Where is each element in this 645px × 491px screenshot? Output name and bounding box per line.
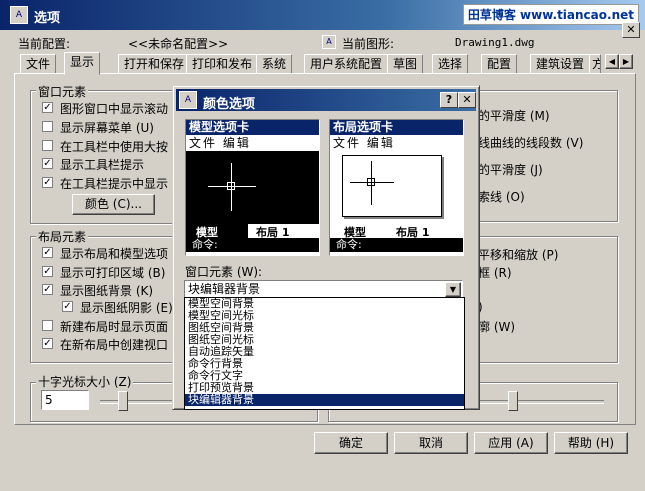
tab-display[interactable]: 显示 <box>64 52 101 75</box>
dialog-app-icon: A <box>179 91 197 109</box>
tab-overflow[interactable]: 方 <box>589 54 601 74</box>
checkbox-layout-tabs[interactable]: ✓ <box>42 247 53 258</box>
current-profile-value: <<未命名配置>> <box>128 37 229 51</box>
arc-smoothness-label: 的平滑度 (M) <box>478 109 550 123</box>
checkbox-paper-background[interactable]: ✓ <box>42 284 53 295</box>
paper-space-canvas <box>330 151 463 224</box>
rendered-smoothness-label: 的平滑度 (J) <box>478 163 543 177</box>
label-paper-background: 显示图纸背景 (K) <box>60 284 154 298</box>
crosshair-size-label: 十字光标大小 (Z) <box>36 373 134 390</box>
tab-scroll-left-button[interactable]: ◀ <box>605 54 619 69</box>
checkbox-tooltips[interactable]: ✓ <box>42 158 53 169</box>
crosshair-slider-thumb[interactable] <box>118 391 128 411</box>
checkbox-scrollbars[interactable]: ✓ <box>42 102 53 113</box>
model-preview-menu: 文件 编辑 <box>186 135 319 151</box>
checkbox-page-setup-manager[interactable] <box>42 320 53 331</box>
tab-system[interactable]: 系统 <box>256 54 293 74</box>
checkbox-printable-area[interactable]: ✓ <box>42 266 53 277</box>
label-large-buttons: 在工具栏中使用大按 <box>60 140 169 154</box>
label-layout-tabs: 显示布局和模型选项 <box>60 247 169 261</box>
apply-button[interactable]: 应用 (A) <box>474 432 548 454</box>
window-elements-title: 窗口元素 <box>36 83 89 100</box>
tab-selection[interactable]: 选择 <box>432 54 469 74</box>
label-screen-menu: 显示屏幕菜单 (U) <box>60 121 154 135</box>
layout-preview-menu: 文件 编辑 <box>330 135 463 151</box>
colors-button[interactable]: 颜色 (C)... <box>72 194 155 215</box>
label-shortcut-tooltips: 在工具栏提示中显示 <box>60 177 169 191</box>
layout-preview-tabs: 模型 布局 1 <box>330 224 463 239</box>
layout-tab-preview[interactable]: 布局选项卡 文件 编辑 模型 布局 1 命令: <box>329 119 464 256</box>
frame-label: 框 (R) <box>478 266 512 280</box>
paper-sheet <box>342 155 442 217</box>
model-space-canvas <box>186 151 319 224</box>
tab-open-save[interactable]: 打开和保存 <box>118 54 191 74</box>
layout-preview-command: 命令: <box>330 238 463 252</box>
layout-crosshair-pickbox <box>367 178 375 186</box>
label-paper-shadow: 显示图纸阴影 (E) <box>80 301 173 315</box>
label-printable-area: 显示可打印区域 (B) <box>60 266 166 280</box>
fade-slider-thumb[interactable] <box>508 391 518 411</box>
dialog-help-button[interactable]: ? <box>440 92 458 108</box>
model-preview-command: 命令: <box>186 238 319 252</box>
list-item-selected[interactable]: 块编辑器背景 <box>185 394 464 406</box>
label-scrollbars: 图形窗口中显示滚动 <box>60 102 169 116</box>
layout-preview-header: 布局选项卡 <box>330 120 463 135</box>
tab-architecture[interactable]: 建筑设置 <box>530 54 591 74</box>
layout-preview-tab2: 布局 1 <box>396 226 430 239</box>
model-tab-preview[interactable]: 模型选项卡 文件 编辑 模型 布局 1 命令: <box>185 119 320 256</box>
tab-plot-publish[interactable]: 打印和发布 <box>186 54 259 74</box>
label-page-setup-manager: 新建布局时显示页面 <box>60 320 169 334</box>
label-tooltips: 显示工具栏提示 <box>60 158 145 172</box>
crosshair-pickbox <box>227 182 235 190</box>
dialog-title: 颜色选项 <box>203 97 256 112</box>
layout-preview-tab1: 模型 <box>344 226 366 239</box>
current-drawing-label: 当前图形: <box>342 37 395 51</box>
drawing-icon: A <box>322 35 336 49</box>
crosshair-size-input[interactable]: 5 <box>41 390 89 410</box>
window-element-dropdown-list[interactable]: 模型空间背景 模型空间光标 图纸空间背景 图纸空间光标 自动追踪矢量 命令行背景… <box>184 297 465 410</box>
checkbox-paper-shadow[interactable]: ✓ <box>62 301 73 312</box>
contour-lines-label: 索线 (O) <box>478 190 525 204</box>
watermark-text: 田草博客 www.tiancao.net <box>462 4 639 25</box>
current-drawing-value: Drawing1.dwg <box>455 36 535 49</box>
close-button[interactable]: ✕ <box>622 22 640 38</box>
pan-zoom-label: 平移和缩放 (P) <box>478 248 559 262</box>
help-button[interactable]: 帮助 (H) <box>554 432 628 454</box>
tab-drafting[interactable]: 草图 <box>387 54 424 74</box>
ok-button[interactable]: 确定 <box>314 432 388 454</box>
checkbox-create-viewport[interactable]: ✓ <box>42 338 53 349</box>
checkbox-shortcut-tooltips[interactable]: ✓ <box>42 177 53 188</box>
outline-label: 廓 (W) <box>478 320 516 334</box>
model-preview-header: 模型选项卡 <box>186 120 319 135</box>
layout-elements-title: 布局元素 <box>36 228 89 245</box>
tab-files[interactable]: 文件 <box>20 54 57 74</box>
tab-profiles[interactable]: 配置 <box>481 54 518 74</box>
chevron-down-icon[interactable]: ▼ <box>445 282 461 297</box>
model-preview-tab2: 布局 1 <box>256 226 290 239</box>
app-icon: A <box>10 6 28 24</box>
checkbox-large-buttons[interactable] <box>42 140 53 151</box>
cancel-button[interactable]: 取消 <box>394 432 468 454</box>
model-preview-tab1: 模型 <box>186 224 248 239</box>
window-title: 选项 <box>34 11 61 26</box>
label-create-viewport: 在新布局中创建视口 <box>60 338 169 352</box>
tab-scroll-right-button[interactable]: ▶ <box>619 54 633 69</box>
dialog-close-button[interactable]: ✕ <box>458 92 476 108</box>
polyline-segments-label: 线曲线的线段数 (V) <box>478 136 584 150</box>
model-preview-tabs: 模型 布局 1 <box>186 224 319 239</box>
tab-user-preferences[interactable]: 用户系统配置 <box>304 54 389 74</box>
checkbox-screen-menu[interactable] <box>42 121 53 132</box>
current-profile-label: 当前配置: <box>18 37 71 51</box>
window-element-label: 窗口元素 (W): <box>185 265 263 279</box>
